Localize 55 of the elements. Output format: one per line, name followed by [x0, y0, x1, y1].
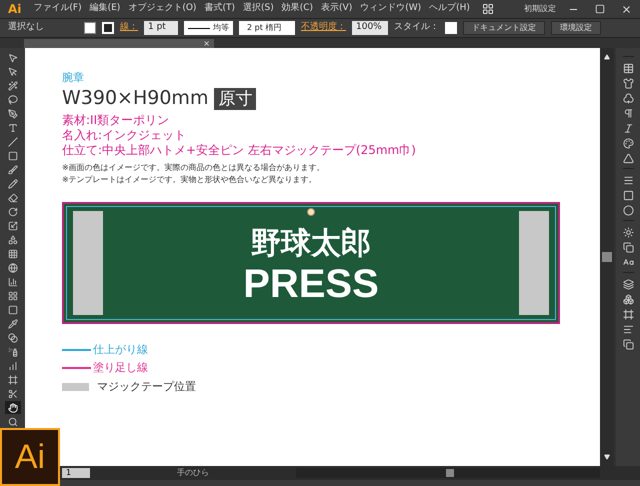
- workspace-switcher[interactable]: 初期設定: [520, 3, 560, 15]
- menu-item[interactable]: ウィンドウ(W): [356, 2, 426, 16]
- scroll-thumb[interactable]: [602, 252, 612, 262]
- fill-swatch[interactable]: [84, 22, 96, 34]
- maximize-icon[interactable]: [595, 4, 605, 14]
- note-text: ※テンプレートはイメージです。実物と形状や色合いなど異なります。: [62, 174, 318, 186]
- scroll-thumb[interactable]: [446, 469, 454, 477]
- menu-item[interactable]: オブジェクト(O): [124, 2, 200, 16]
- style-swatch[interactable]: [445, 22, 457, 34]
- scroll-down-icon[interactable]: [604, 454, 610, 460]
- menu-item[interactable]: 書式(T): [200, 2, 239, 16]
- stroke-swatch[interactable]: [102, 22, 114, 34]
- scale-badge: 原寸: [214, 88, 256, 110]
- opacity-label: 不透明度：: [301, 21, 346, 34]
- layers-icon[interactable]: [622, 279, 634, 290]
- horizontal-scrollbar[interactable]: [296, 468, 600, 478]
- spec-text: 素材:II類ターポリン: [62, 112, 170, 128]
- size-label: W390×H90mm: [62, 89, 208, 108]
- legend-label: マジックテープ位置: [97, 378, 196, 394]
- spec-text: 仕立て:中央上部ハトメ+安全ピン 左右マジックテープ(25mm巾): [62, 142, 417, 158]
- toolbar-button[interactable]: ドキュメント設定: [463, 21, 545, 35]
- style-label: スタイル：: [394, 21, 439, 34]
- page-number-field[interactable]: 1: [62, 468, 90, 478]
- menu-item[interactable]: ヘルプ(H): [425, 2, 474, 16]
- vertical-scrollbar[interactable]: [600, 48, 614, 466]
- brush-dropdown[interactable]: 2 pt 楕円: [239, 21, 295, 35]
- legend-label: 仕上がり線: [93, 342, 148, 358]
- hand-icon[interactable]: [4, 401, 20, 414]
- character-icon[interactable]: [622, 123, 634, 134]
- document-tab[interactable]: ×: [24, 39, 214, 48]
- menu-item[interactable]: 選択(S): [238, 2, 278, 16]
- app-logo: Ai: [7, 1, 22, 18]
- note-text: ※画面の色はイメージです。実際の商品の色とは異なる場合があります。: [62, 162, 326, 174]
- toolbar-button[interactable]: 環境設定: [551, 21, 601, 35]
- armband-name: 野球太郎: [251, 226, 371, 262]
- stroke-label: 線：: [120, 21, 138, 34]
- menu-item[interactable]: ファイル(F): [29, 2, 86, 16]
- menu-item[interactable]: 編集(E): [86, 2, 124, 16]
- paragraph-icon[interactable]: [622, 108, 634, 119]
- category-label: 腕章: [62, 70, 85, 86]
- profile-dropdown[interactable]: 均等: [184, 21, 233, 35]
- menu-item[interactable]: 効果(C): [278, 2, 318, 16]
- spec-text: 名入れ:インクジェット: [62, 128, 188, 142]
- opacity-field[interactable]: 100%: [352, 21, 388, 35]
- armband-press: PRESS: [243, 262, 379, 306]
- legend-label: 塗り足し線: [93, 360, 148, 376]
- menu-item[interactable]: 表示(V): [317, 2, 356, 16]
- selection-label: 選択なし: [8, 21, 45, 34]
- stroke-weight-field[interactable]: 1 pt: [144, 21, 178, 35]
- close-icon[interactable]: [621, 4, 632, 14]
- grommet: [307, 208, 315, 216]
- app-badge-logo: Ai: [14, 436, 46, 478]
- scroll-up-icon[interactable]: [604, 54, 610, 60]
- palette-icon[interactable]: [622, 138, 634, 149]
- current-tool-label: 手のひら: [176, 467, 210, 479]
